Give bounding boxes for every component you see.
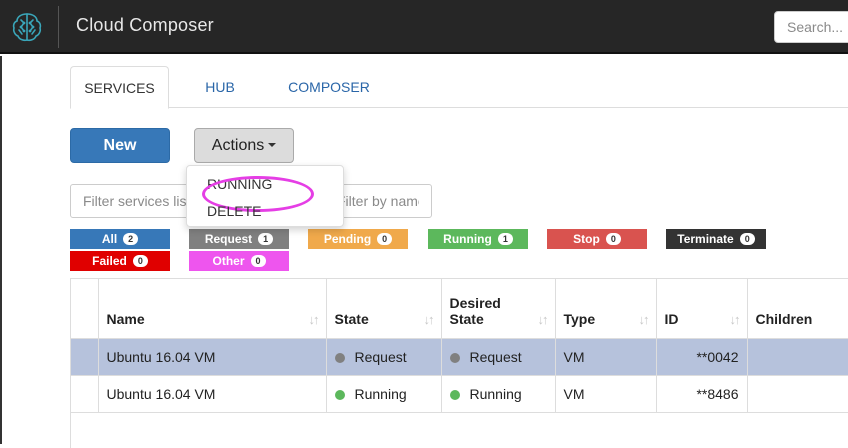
status-filter-other[interactable]: Other 0 bbox=[189, 251, 289, 271]
id-cell: **0042 bbox=[656, 338, 748, 376]
caret-down-icon bbox=[268, 143, 277, 148]
state-label: Request bbox=[354, 348, 407, 365]
status-filter-label: Other bbox=[212, 254, 245, 268]
tab-hub[interactable]: HUB bbox=[192, 66, 248, 108]
tab-bar: SERVICES HUB COMPOSER bbox=[70, 66, 848, 109]
children-cell bbox=[747, 338, 848, 376]
status-dot-icon bbox=[449, 389, 460, 400]
header-divider bbox=[58, 6, 59, 48]
status-filter-all[interactable]: All 2 bbox=[70, 229, 170, 249]
column-header-children[interactable]: Children bbox=[747, 279, 848, 339]
select-column-header bbox=[71, 279, 99, 339]
column-header-label: ID bbox=[664, 310, 679, 327]
desired-state-label: Request bbox=[469, 348, 522, 365]
column-header-desired-state[interactable]: Desired State ↓↑ bbox=[441, 279, 556, 339]
actions-dropdown-button[interactable]: Actions bbox=[194, 128, 294, 163]
column-header-label: Name bbox=[106, 310, 145, 327]
column-header-label: State bbox=[449, 310, 484, 327]
status-filter-failed[interactable]: Failed 0 bbox=[70, 251, 170, 271]
column-header-label: Children bbox=[755, 310, 813, 327]
status-filter-label: Terminate bbox=[677, 232, 734, 246]
state-cell: Running bbox=[326, 375, 442, 413]
new-button[interactable]: New bbox=[70, 128, 170, 163]
brain-chip-icon[interactable] bbox=[8, 8, 46, 46]
top-bar: Cloud Composer bbox=[0, 0, 848, 54]
status-filter-label: Failed bbox=[92, 254, 127, 268]
name-cell: Ubuntu 16.04 VM bbox=[98, 375, 327, 413]
column-header-name[interactable]: Name ↓↑ bbox=[98, 279, 327, 339]
status-filter-label: Stop bbox=[573, 232, 600, 246]
actions-label: Actions bbox=[211, 136, 265, 154]
column-header-type[interactable]: Type ↓↑ bbox=[555, 279, 657, 339]
row-select-cell[interactable] bbox=[71, 338, 99, 376]
menu-item-running-label: RUNNING bbox=[207, 176, 273, 192]
status-dot-icon bbox=[334, 389, 345, 400]
services-table: Name ↓↑ State ↓↑ Desired State ↓↑ Type ↓↑ ID ↓… bbox=[70, 278, 848, 448]
status-filter-label: All bbox=[101, 232, 118, 246]
status-filter-stop[interactable]: Stop 0 bbox=[547, 229, 647, 249]
status-filter-running[interactable]: Running 1 bbox=[428, 229, 528, 249]
id-cell: **8486 bbox=[656, 375, 748, 413]
name-cell: Ubuntu 16.04 VM bbox=[98, 338, 327, 376]
tab-composer[interactable]: COMPOSER bbox=[276, 66, 382, 108]
sort-icon[interactable]: ↓↑ bbox=[424, 312, 435, 327]
column-header-label: Type bbox=[563, 310, 596, 327]
count-badge: 2 bbox=[123, 233, 139, 245]
column-header-state[interactable]: State ↓↑ bbox=[326, 279, 442, 339]
count-badge: 0 bbox=[377, 233, 393, 245]
menu-item-running[interactable]: RUNNING bbox=[202, 176, 314, 212]
column-header-label: State bbox=[334, 310, 369, 327]
menu-item-delete[interactable]: DELETE bbox=[207, 203, 261, 219]
sort-icon[interactable]: ↓↑ bbox=[639, 312, 650, 327]
count-badge: 1 bbox=[258, 233, 274, 245]
sort-icon[interactable]: ↓↑ bbox=[730, 312, 741, 327]
column-header-id[interactable]: ID ↓↑ bbox=[656, 279, 748, 339]
state-label: Running bbox=[354, 385, 407, 402]
state-cell: Request bbox=[326, 338, 442, 376]
sort-icon[interactable]: ↓↑ bbox=[538, 312, 549, 327]
main-content: SERVICES HUB COMPOSER New Actions RUNNIN… bbox=[2, 56, 848, 448]
children-cell bbox=[747, 375, 848, 413]
status-filter-label: Running bbox=[443, 232, 492, 246]
sort-icon[interactable]: ↓↑ bbox=[309, 312, 320, 327]
column-header-label: Desired bbox=[449, 294, 501, 311]
type-cell: VM bbox=[555, 338, 657, 376]
type-cell: VM bbox=[555, 375, 657, 413]
desired-state-cell: Running bbox=[441, 375, 556, 413]
table-header-row: Name ↓↑ State ↓↑ Desired State ↓↑ Type ↓↑ ID ↓… bbox=[71, 279, 848, 339]
row-select-cell[interactable] bbox=[71, 375, 99, 413]
count-badge: 0 bbox=[739, 233, 755, 245]
status-filter-label: Request bbox=[204, 232, 253, 246]
desired-state-label: Running bbox=[469, 385, 522, 402]
count-badge: 1 bbox=[497, 233, 513, 245]
actions-menu: RUNNING DELETE bbox=[186, 165, 344, 227]
app-title: Cloud Composer bbox=[76, 15, 214, 35]
tab-services[interactable]: SERVICES bbox=[70, 66, 169, 109]
status-dot-icon bbox=[334, 352, 345, 363]
count-badge: 0 bbox=[605, 233, 621, 245]
table-row[interactable]: Ubuntu 16.04 VM Request Request VM **004… bbox=[71, 338, 848, 376]
search-input[interactable] bbox=[774, 11, 848, 43]
status-filter-pending[interactable]: Pending 0 bbox=[308, 229, 408, 249]
table-row[interactable]: Ubuntu 16.04 VM Running Running VM **848… bbox=[71, 375, 848, 413]
status-filter-label: Pending bbox=[323, 232, 372, 246]
count-badge: 0 bbox=[250, 255, 266, 267]
status-filter-terminate[interactable]: Terminate 0 bbox=[666, 229, 766, 249]
desired-state-cell: Request bbox=[441, 338, 556, 376]
count-badge: 0 bbox=[132, 255, 148, 267]
status-filter-request[interactable]: Request 1 bbox=[189, 229, 289, 249]
status-dot-icon bbox=[449, 352, 460, 363]
